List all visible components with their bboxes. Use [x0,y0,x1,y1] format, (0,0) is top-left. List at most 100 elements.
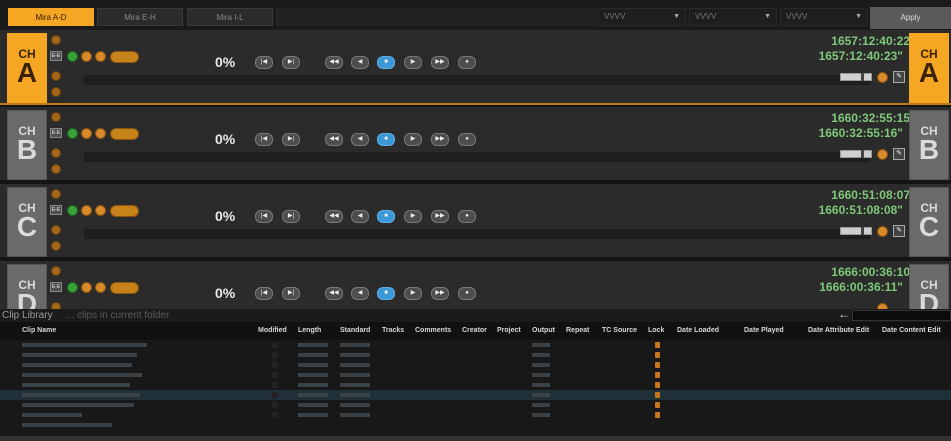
col-lock[interactable]: Lock [648,322,664,340]
skip-back-icon[interactable]: |◀ [255,210,273,223]
table-row[interactable] [0,360,951,370]
stop-icon[interactable]: ■ [377,56,395,69]
edit-icon[interactable]: ✎ [893,225,905,237]
scrub-bar[interactable] [84,152,870,162]
skip-forward-icon[interactable]: ▶| [282,287,300,300]
e-e-button[interactable]: E-E [50,282,62,292]
table-row[interactable] [0,420,951,430]
step-back-icon[interactable]: ◀ [351,56,369,69]
rewind-icon[interactable]: ◀◀ [325,287,343,300]
select-2[interactable]: VVVV ▼ [689,8,777,26]
loop-icon[interactable] [67,282,78,293]
rewind-icon[interactable]: ◀◀ [325,210,343,223]
lock-icon[interactable] [655,412,660,418]
table-row[interactable] [0,380,951,390]
record-icon[interactable]: ● [458,56,476,69]
select-1[interactable]: VVVV ▼ [598,8,686,26]
rewind-icon[interactable]: ◀◀ [325,56,343,69]
col-comments[interactable]: Comments [415,322,451,340]
table-row[interactable] [0,370,951,380]
record-icon[interactable]: ● [458,287,476,300]
rewind-icon[interactable]: ◀◀ [325,133,343,146]
skip-forward-icon[interactable]: ▶| [282,133,300,146]
cue-button[interactable] [110,128,139,140]
edit-icon[interactable]: ✎ [893,148,905,160]
record-icon[interactable]: ● [458,210,476,223]
settings-icon[interactable] [51,266,61,276]
lock-icon[interactable] [655,402,660,408]
apply-button[interactable]: Apply [870,7,951,29]
skip-back-icon[interactable]: |◀ [255,56,273,69]
eject-icon[interactable] [81,205,92,216]
channel-c-badge-right[interactable]: CH C [909,187,949,257]
clock-icon[interactable] [95,205,106,216]
tab-mira-e-h[interactable]: Mira E-H [97,8,183,26]
table-row[interactable] [0,340,951,350]
col-modified[interactable]: Modified [258,322,287,340]
play-icon[interactable]: ▶ [404,210,422,223]
lock-icon[interactable] [655,382,660,388]
fast-forward-icon[interactable]: ▶▶ [431,56,449,69]
rewind-small-icon[interactable] [51,302,61,309]
lock-icon[interactable] [655,392,660,398]
eject-icon[interactable] [81,282,92,293]
volume-slider[interactable] [840,227,872,235]
col-date-content-edit[interactable]: Date Content Edit [882,322,941,340]
clock-icon[interactable] [95,128,106,139]
table-row-selected[interactable] [0,390,951,400]
cue-button[interactable] [110,282,139,294]
library-search-input[interactable] [852,310,951,321]
clock-icon[interactable] [95,51,106,62]
settings-icon[interactable] [51,35,61,45]
step-back-icon[interactable]: ◀ [351,210,369,223]
lock-icon[interactable] [655,362,660,368]
clock-icon[interactable] [95,282,106,293]
jog-icon[interactable] [877,72,888,83]
edit-icon[interactable]: ✎ [893,71,905,83]
channel-d-badge-left[interactable]: CH D [7,264,47,309]
info-icon[interactable] [51,87,61,97]
e-e-button[interactable]: E-E [50,51,62,61]
eject-icon[interactable] [81,128,92,139]
table-row[interactable] [0,350,951,360]
lock-icon[interactable] [655,372,660,378]
table-row[interactable] [0,410,951,420]
col-tracks[interactable]: Tracks [382,322,404,340]
fast-forward-icon[interactable]: ▶▶ [431,287,449,300]
col-repeat[interactable]: Repeat [566,322,589,340]
lock-icon[interactable] [655,352,660,358]
cue-button[interactable] [110,51,139,63]
rewind-small-icon[interactable] [51,148,61,158]
jog-icon[interactable] [877,226,888,237]
col-date-played[interactable]: Date Played [744,322,784,340]
record-icon[interactable]: ● [458,133,476,146]
stop-icon[interactable]: ■ [377,133,395,146]
rewind-small-icon[interactable] [51,225,61,235]
channel-c-badge-left[interactable]: CH C [7,187,47,257]
tab-mira-i-l[interactable]: Mira I-L [187,8,273,26]
volume-slider[interactable] [840,150,872,158]
info-icon[interactable] [51,164,61,174]
jog-icon[interactable] [877,149,888,160]
channel-d-badge-right[interactable]: CH D [909,264,949,309]
step-back-icon[interactable]: ◀ [351,287,369,300]
skip-forward-icon[interactable]: ▶| [282,210,300,223]
col-output[interactable]: Output [532,322,555,340]
loop-icon[interactable] [67,205,78,216]
col-clip-name[interactable]: Clip Name [22,322,56,340]
scrub-bar[interactable] [84,75,870,85]
fast-forward-icon[interactable]: ▶▶ [431,133,449,146]
info-icon[interactable] [51,241,61,251]
skip-back-icon[interactable]: |◀ [255,287,273,300]
tab-mira-a-d[interactable]: Mira A-D [8,8,94,26]
e-e-button[interactable]: E-E [50,128,62,138]
col-date-loaded[interactable]: Date Loaded [677,322,719,340]
scrub-bar[interactable] [84,229,870,239]
stop-icon[interactable]: ■ [377,287,395,300]
skip-back-icon[interactable]: |◀ [255,133,273,146]
loop-icon[interactable] [67,51,78,62]
volume-slider[interactable] [840,73,872,81]
horizontal-scrollbar[interactable] [0,436,951,441]
loop-icon[interactable] [67,128,78,139]
stop-icon[interactable]: ■ [377,210,395,223]
